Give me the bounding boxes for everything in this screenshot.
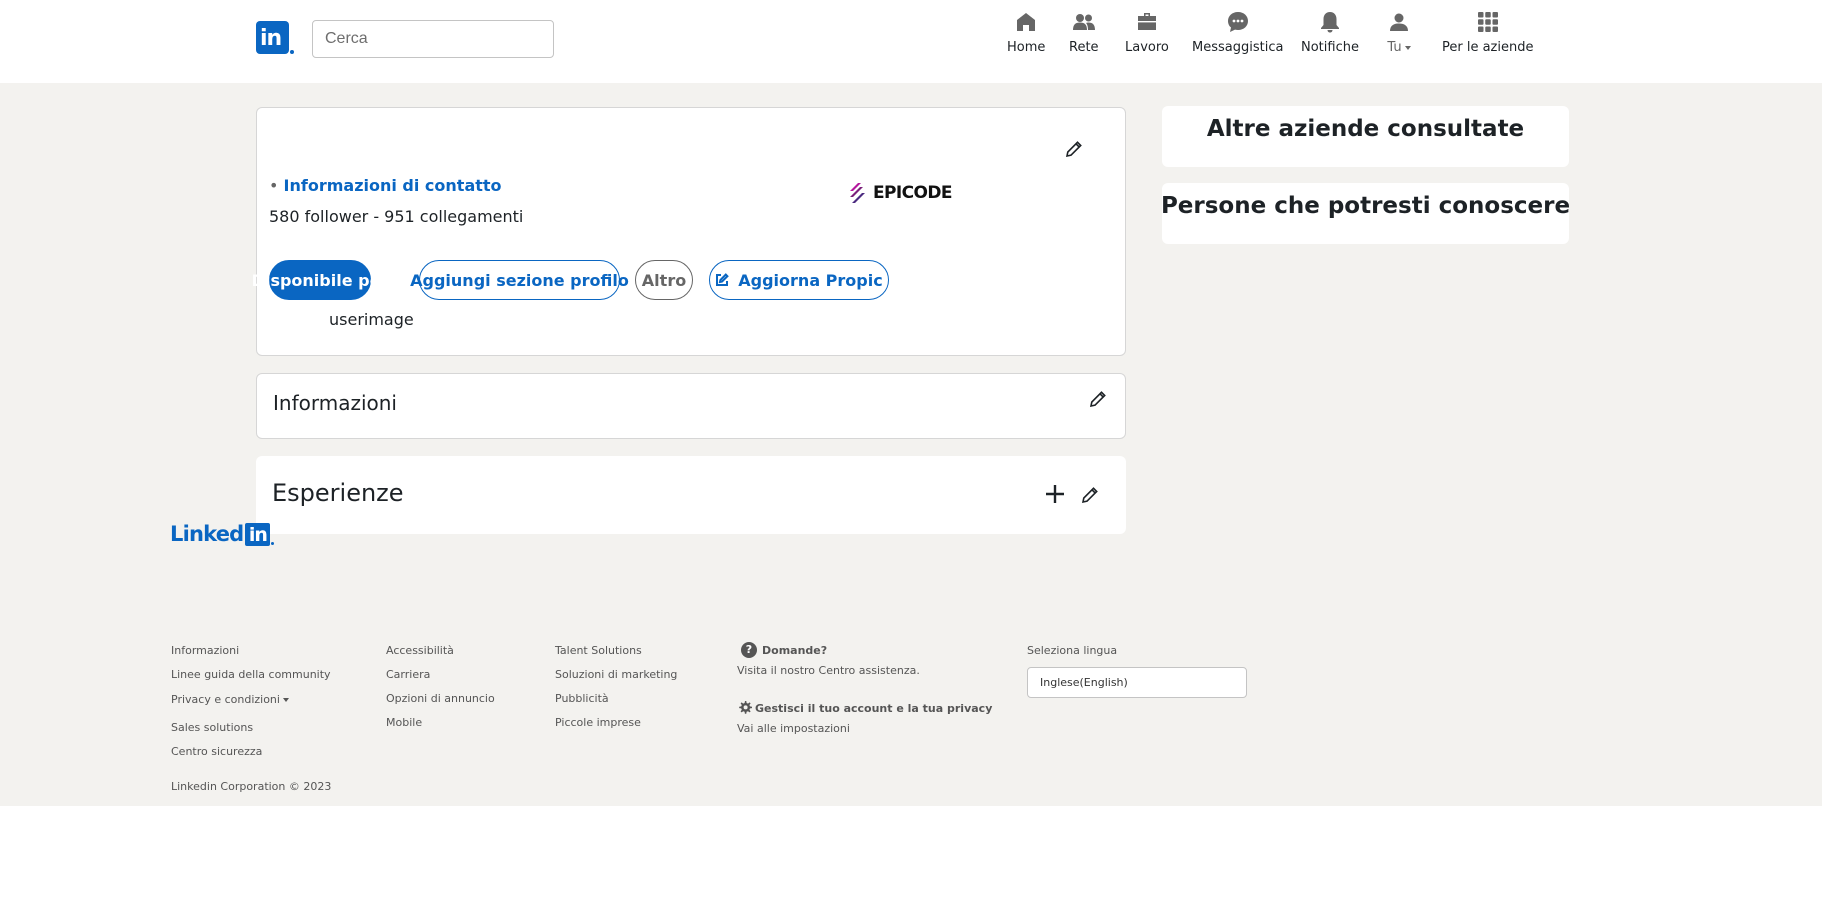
footer-privacy-label: Privacy e condizioni [171,693,280,706]
nav-network[interactable]: Rete [1069,10,1099,60]
nav-messaging-label: Messaggistica [1192,40,1284,55]
footer-link-ad-choices[interactable]: Opzioni di annuncio [386,692,495,705]
help-heading: ? Domande? [741,642,827,658]
footer-logo-text: Linked [170,522,244,546]
contact-line: • Informazioni di contatto [269,176,502,195]
footer-link-sales-solutions[interactable]: Sales solutions [171,721,253,734]
nav-me-label: Tu [1387,40,1411,55]
footer-link-safety-center[interactable]: Centro sicurezza [171,745,262,758]
settings-link[interactable]: Vai alle impostazioni [737,722,850,735]
account-title: Gestisci il tuo account e la tua privacy [755,701,993,715]
follower-stats: 580 follower - 951 collegamenti [269,207,524,226]
experience-section: Esperienze [256,456,1126,534]
nav-business[interactable]: Per le aziende [1442,10,1533,60]
footer-link-mobile[interactable]: Mobile [386,716,422,729]
other-companies-card: Altre aziende consultate [1162,106,1569,167]
profile-card: • Informazioni di contatto 580 follower … [252,107,1126,356]
user-image-placeholder: userimage [329,310,414,329]
other-companies-title: Altre aziende consultate [1206,116,1525,142]
bullet: • [269,176,279,195]
chat-icon [1227,12,1248,32]
footer-link-advertising[interactable]: Pubblicità [555,692,609,705]
briefcase-icon [1137,13,1156,30]
top-navbar: in Home Rete Lavoro Messaggistica Notifi… [0,0,1822,83]
people-you-may-know-title: Persone che potresti conoscere [1160,193,1571,219]
linkedin-logo[interactable]: in [256,21,294,54]
nav-network-label: Rete [1069,40,1099,55]
language-select[interactable]: Inglese(English) [1027,667,1247,698]
language-label: Seleziona lingua [1027,644,1118,657]
nav-notifications[interactable]: Notifiche [1301,10,1359,60]
people-icon [1072,14,1095,30]
home-icon [1017,13,1036,31]
contact-info-link[interactable]: Informazioni di contatto [284,176,502,195]
footer-link-privacy[interactable]: Privacy e condizioni [171,693,289,706]
copyright: Linkedin Corporation © 2023 [171,780,332,793]
footer-logo-box: in [245,522,271,546]
gear-icon [737,700,753,716]
footer-link-about[interactable]: Informazioni [171,644,239,657]
edit-profile-icon[interactable] [1064,139,1084,159]
caret-down-icon [1404,45,1411,50]
footer-link-accessibility[interactable]: Accessibilità [386,644,454,657]
logo-dot [290,50,294,54]
nav-me[interactable]: Tu [1387,10,1411,60]
nav-messaging[interactable]: Messaggistica [1192,10,1283,60]
user-icon [1390,13,1408,31]
update-propic-button[interactable]: Aggiorna Propic [709,260,889,300]
account-heading: Gestisci il tuo account e la tua privacy [737,700,992,716]
logo-text: in [260,26,282,51]
footer-link-careers[interactable]: Carriera [386,668,430,681]
edit-experience-icon[interactable] [1080,485,1100,505]
help-center-link[interactable]: Visita il nostro Centro assistenza. [737,664,920,677]
nav-jobs[interactable]: Lavoro [1125,10,1169,60]
company-logo-text: EPICODE [873,183,952,203]
about-section: Informazioni [256,373,1126,439]
nav-me-text: Tu [1387,40,1402,55]
search-input[interactable] [312,20,554,58]
footer-logo-dot [271,541,275,545]
experience-title: Esperienze [272,479,404,507]
footer-linkedin-logo[interactable]: Linked in [170,522,275,546]
nav-home-label: Home [1007,40,1046,55]
nav-business-label: Per le aziende [1442,40,1534,55]
caret-down-icon [282,698,289,702]
more-button[interactable]: Altro [635,260,693,300]
nav-jobs-label: Lavoro [1125,40,1169,55]
people-you-may-know-card: Persone che potresti conoscere [1160,183,1571,244]
update-propic-label: Aggiorna Propic [738,270,883,290]
footer-link-community-guidelines[interactable]: Linee guida della community [171,668,331,681]
grid-icon [1477,12,1498,32]
about-title: Informazioni [273,391,397,415]
nav-home[interactable]: Home [1007,10,1045,60]
epicode-logo-icon [850,183,865,203]
question-icon: ? [741,642,757,658]
nav-notifications-label: Notifiche [1301,40,1359,55]
footer-link-talent-solutions[interactable]: Talent Solutions [555,644,642,657]
footer-link-marketing-solutions[interactable]: Soluzioni di marketing [555,668,677,681]
edit-square-icon [716,273,730,286]
add-experience-icon[interactable] [1045,484,1065,504]
help-title: Domande? [762,643,828,657]
company-logo[interactable]: EPICODE [848,182,952,204]
bell-icon [1320,12,1339,33]
edit-about-icon[interactable] [1088,389,1108,409]
add-profile-section-button[interactable]: Aggiungi sezione profilo [410,260,629,300]
footer-link-small-business[interactable]: Piccole imprese [555,716,641,729]
available-for-button[interactable]: Disponibile per [252,260,388,300]
